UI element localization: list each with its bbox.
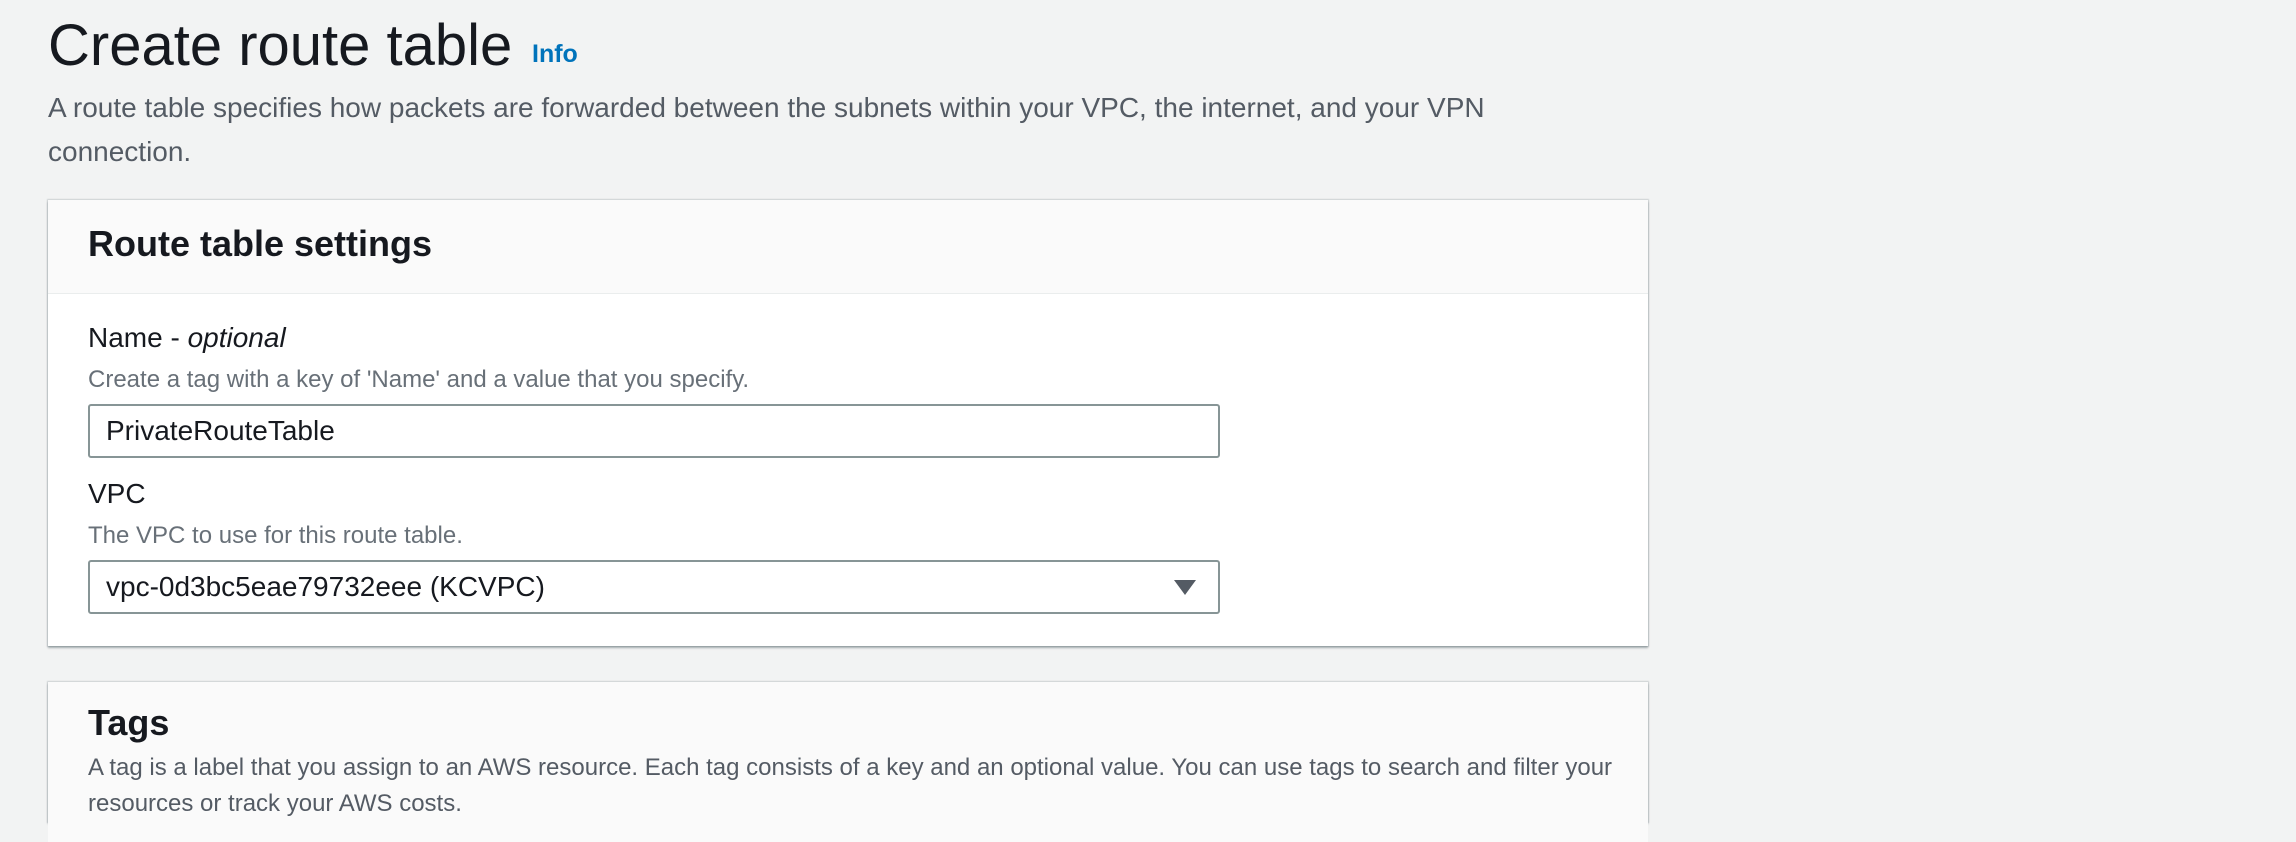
vpc-select[interactable]: vpc-0d3bc5eae79732eee (KCVPC) <box>88 560 1220 614</box>
info-link[interactable]: Info <box>532 40 578 69</box>
settings-header: Route table settings <box>48 200 1648 294</box>
vpc-field-description: The VPC to use for this route table. <box>88 522 463 549</box>
route-table-settings-panel: Route table settings Name - optional Cre… <box>48 200 1648 646</box>
settings-heading: Route table settings <box>88 223 433 264</box>
tags-panel: Tags A tag is a label that you assign to… <box>48 682 1648 842</box>
page-title: Create route table <box>48 13 513 78</box>
name-input[interactable] <box>88 404 1220 458</box>
tags-header: Tags A tag is a label that you assign to… <box>48 682 1648 842</box>
page-description: A route table specifies how packets are … <box>48 92 1485 167</box>
caret-down-icon <box>1174 580 1196 595</box>
optional-label: optional <box>187 322 286 353</box>
tags-description: A tag is a label that you assign to an A… <box>88 754 1613 817</box>
name-field-label: Name - optional <box>88 320 286 356</box>
vpc-field-label: VPC <box>88 478 146 509</box>
vpc-select-value: vpc-0d3bc5eae79732eee (KCVPC) <box>106 571 545 602</box>
name-label-text: Name - <box>88 322 188 353</box>
tags-heading: Tags <box>88 702 170 743</box>
name-field-description: Create a tag with a key of 'Name' and a … <box>88 366 750 393</box>
